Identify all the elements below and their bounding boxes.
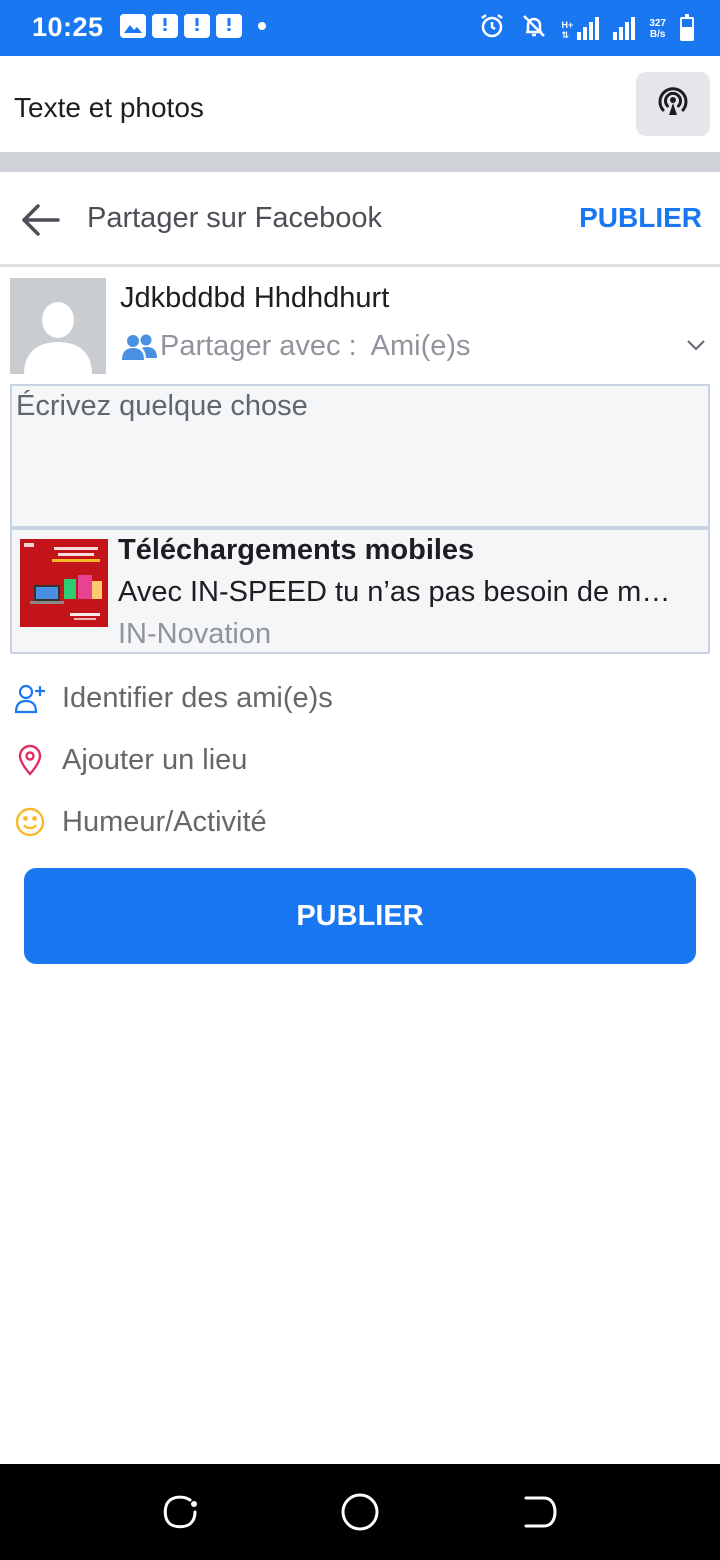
app-bar: Texte et photos <box>0 56 720 152</box>
audience-dropdown[interactable] <box>686 338 706 357</box>
section-divider <box>0 152 720 172</box>
home-icon <box>341 1493 379 1531</box>
recent-apps-icon <box>163 1495 197 1529</box>
add-location-label: Ajouter un lieu <box>62 743 248 776</box>
smiley-icon <box>14 806 46 838</box>
link-thumbnail <box>20 539 108 627</box>
message-alert-icon <box>152 14 178 38</box>
header-divider <box>0 264 720 267</box>
image-icon <box>120 14 146 38</box>
battery-icon <box>680 13 694 41</box>
add-location-row[interactable]: Ajouter un lieu <box>14 733 704 787</box>
feeling-activity-label: Humeur/Activité <box>62 805 267 838</box>
link-title: Téléchargements mobiles <box>118 534 475 566</box>
app-title: Texte et photos <box>14 92 204 123</box>
network-speed-value: 327 <box>649 17 666 29</box>
status-right: H+ ⇅ 327 B/s <box>478 12 694 45</box>
broadcast-icon <box>655 84 691 125</box>
broadcast-button[interactable] <box>636 72 710 136</box>
publish-header-button[interactable]: PUBLIER <box>579 202 702 234</box>
chevron-down-icon <box>687 340 705 351</box>
audience-selector[interactable]: Partager avec : Ami(e)s <box>122 330 471 363</box>
notifications-off-icon <box>520 12 548 45</box>
friends-icon <box>122 332 158 362</box>
arrow-left-icon <box>22 204 60 236</box>
signal-icon: H+ ⇅ <box>562 17 600 40</box>
publish-button[interactable]: PUBLIER <box>24 868 696 964</box>
tag-friends-label: Identifier des ami(e)s <box>62 681 333 714</box>
more-notifications-dot <box>258 22 266 30</box>
link-description: Avec IN-SPEED tu n’as pas besoin de m… <box>118 576 671 608</box>
user-name: Jdkbddbd Hhdhdhurt <box>120 282 390 314</box>
system-nav-bar <box>0 1464 720 1560</box>
status-time: 10:25 <box>32 12 104 42</box>
network-speed: 327 B/s <box>649 18 666 40</box>
notification-icons <box>120 14 266 38</box>
share-header: Partager sur Facebook PUBLIER <box>0 172 720 266</box>
signal-icon-2 <box>613 17 636 40</box>
message-alert-icon <box>184 14 210 38</box>
add-friend-icon <box>14 682 46 714</box>
feeling-activity-row[interactable]: Humeur/Activité <box>14 795 704 849</box>
network-speed-unit: B/s <box>649 28 666 40</box>
avatar <box>10 278 106 374</box>
default-avatar-icon <box>10 278 106 374</box>
message-alert-icon <box>216 14 242 38</box>
back-nav-icon <box>524 1496 557 1528</box>
status-bar: 10:25 H+ ⇅ 327 B/s <box>0 0 720 56</box>
tag-friends-row[interactable]: Identifier des ami(e)s <box>14 671 704 725</box>
alarm-icon <box>478 12 506 45</box>
link-source: IN-Novation <box>118 618 272 650</box>
post-text-input[interactable]: Écrivez quelque chose <box>10 384 710 528</box>
audience-value: Ami(e)s <box>370 330 471 362</box>
back-nav-button[interactable] <box>520 1492 560 1532</box>
page-title: Partager sur Facebook <box>87 202 382 234</box>
post-text-placeholder: Écrivez quelque chose <box>16 390 308 422</box>
audience-label: Partager avec : <box>160 330 357 362</box>
location-pin-icon <box>14 744 46 776</box>
link-preview-card[interactable]: Téléchargements mobiles Avec IN-SPEED tu… <box>10 528 710 654</box>
back-button[interactable] <box>18 200 64 240</box>
network-type: H+ <box>561 20 574 30</box>
home-button[interactable] <box>340 1492 380 1532</box>
recent-apps-button[interactable] <box>160 1492 200 1532</box>
